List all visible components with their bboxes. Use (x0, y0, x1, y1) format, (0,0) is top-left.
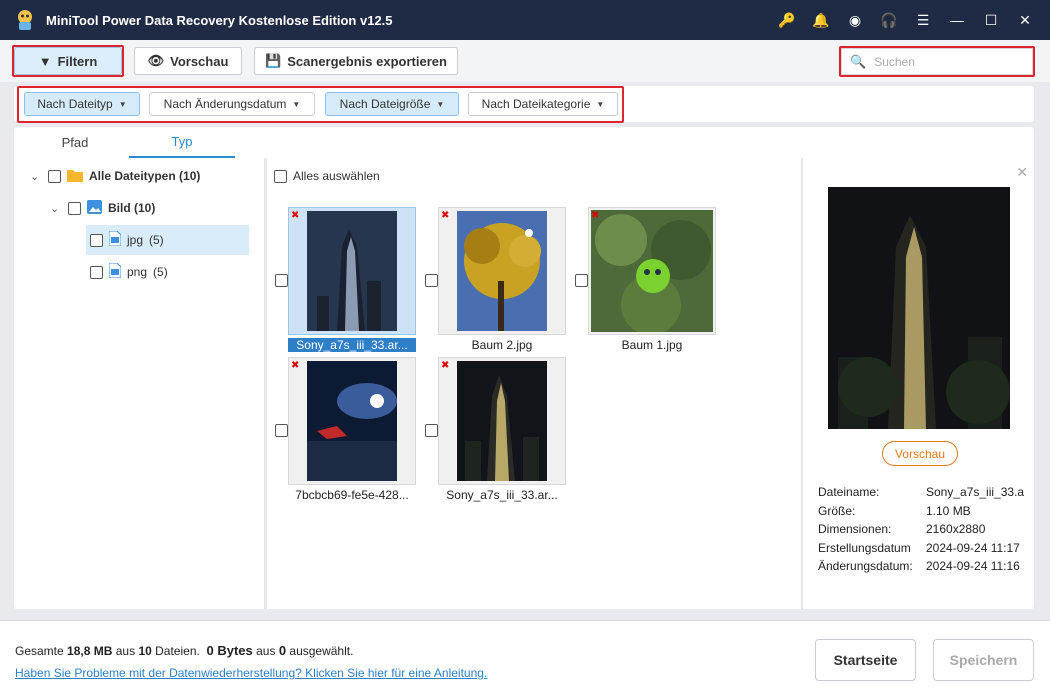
meta-row: Dimensionen: 2160x2880 (818, 522, 986, 536)
file-name: Baum 2.jpg (471, 338, 533, 352)
folder-icon (67, 168, 83, 185)
checkbox[interactable] (68, 201, 81, 215)
filter-bar: Nach Dateityp ▼ Nach Änderungsdatum ▼ Nach… (14, 86, 1034, 122)
meta-row: Dateiname: Sony_a7s_iii_33.a (818, 485, 1025, 499)
close-icon[interactable]: ✕ (1016, 164, 1028, 181)
search-box[interactable]: 🔍 (841, 48, 1033, 75)
file-tile[interactable]: ✖ Baum 1.jpg (588, 207, 716, 352)
search-icon: 🔍 (850, 53, 867, 69)
preview-panel: ✕ Vorschau Dateiname: Sony_a7s_iii_33.a G… (801, 158, 1034, 609)
menu-icon[interactable]: ☰ (906, 0, 940, 40)
divider (264, 158, 267, 609)
filter-by-filesize[interactable]: Nach Dateigröße ▼ (325, 92, 459, 116)
airplane-window-image (307, 361, 397, 481)
file-tile[interactable]: ✖ 7bcbcb69-fe5e-428... (288, 357, 416, 502)
checkbox[interactable] (48, 169, 61, 183)
thumbnail[interactable]: ✖ (288, 357, 416, 485)
view-tabs: Pfad Typ (14, 127, 264, 158)
app-logo-icon (12, 7, 38, 33)
selection-summary: Gesamte 18,8 MB aus 10 Dateien. 0 Bytes … (15, 643, 354, 658)
thumbnail[interactable]: ✖ (438, 357, 566, 485)
meta-row: Größe: 1.10 MB (818, 503, 971, 518)
deleted-mark-icon: ✖ (591, 210, 600, 221)
meta-row: Erstellungsdatum 2024-09-24 11:17 (818, 540, 1020, 555)
select-all[interactable]: Alles auswählen (274, 161, 380, 191)
checkbox[interactable] (275, 424, 288, 437)
deleted-mark-icon: ✖ (441, 210, 450, 221)
checkbox[interactable] (90, 233, 103, 247)
title-bar: MiniTool Power Data Recovery Kostenlose … (0, 0, 1050, 40)
tree-item-all-types[interactable]: ⌄ Alle Dateitypen (10) (30, 161, 200, 191)
file-name: Sony_a7s_iii_33.ar... (288, 338, 416, 352)
app-title: MiniTool Power Data Recovery Kostenlose … (46, 12, 393, 28)
home-button[interactable]: Startseite (815, 639, 916, 681)
tab-type[interactable]: Typ (129, 127, 235, 158)
thumbnail[interactable]: ✖ (438, 207, 566, 335)
minimize-icon[interactable]: — (940, 0, 974, 40)
maximize-icon[interactable]: ☐ (974, 0, 1008, 40)
chevron-down-icon[interactable]: ⌄ (50, 202, 62, 215)
footer: Gesamte 18,8 MB aus 10 Dateien. 0 Bytes … (0, 620, 1050, 700)
search-input[interactable] (874, 54, 1025, 69)
bell-icon[interactable]: 🔔 (804, 0, 838, 40)
tree-item-jpg[interactable]: jpg (5) (86, 225, 249, 255)
file-icon (108, 262, 122, 281)
file-name: 7bcbcb69-fe5e-428... (295, 488, 409, 502)
tree-item-png[interactable]: png (5) (90, 257, 168, 287)
file-metadata: Dateiname: Sony_a7s_iii_33.a Größe: 1.10 M… (818, 485, 1033, 578)
tower-night-image (307, 211, 397, 331)
thumbnail[interactable]: ✖ (288, 207, 416, 335)
file-type-tree: ⌄ Alle Dateitypen (10) ⌄ Bild (10) jpg (5… (14, 159, 264, 609)
file-tile[interactable]: ✖ Sony_a7s_iii_33.ar... (438, 357, 566, 502)
checkbox[interactable] (425, 274, 438, 287)
key-icon[interactable]: 🔑 (770, 0, 804, 40)
deleted-mark-icon: ✖ (441, 360, 450, 371)
filter-button[interactable]: ▼ Filtern (14, 47, 122, 75)
tree-item-image[interactable]: ⌄ Bild (10) (50, 193, 155, 223)
chevron-down-icon: ▼ (118, 99, 127, 109)
export-icon: 💾 (265, 53, 282, 68)
chevron-down-icon[interactable]: ⌄ (30, 170, 42, 183)
checkbox[interactable] (90, 265, 103, 279)
filter-icon: ▼ (38, 53, 52, 69)
disc-icon[interactable]: ◉ (838, 0, 872, 40)
deleted-mark-icon: ✖ (291, 360, 300, 371)
filter-by-category[interactable]: Nach Dateikategorie ▼ (468, 92, 618, 116)
chevron-down-icon: ▼ (292, 99, 301, 109)
thumbnail[interactable]: ✖ (588, 207, 716, 335)
file-name: Baum 1.jpg (621, 338, 683, 352)
save-button[interactable]: Speichern (933, 639, 1034, 681)
green-tree-image (591, 210, 713, 332)
tab-path[interactable]: Pfad (14, 127, 136, 158)
checkbox[interactable] (275, 274, 288, 287)
preview-image (828, 187, 1010, 429)
file-icon (108, 230, 122, 249)
chevron-down-icon: ▼ (436, 99, 445, 109)
deleted-mark-icon: ✖ (291, 210, 300, 221)
preview-file-button[interactable]: Vorschau (882, 441, 958, 466)
image-icon (87, 199, 102, 217)
preview-button[interactable]: 👁 Vorschau (134, 47, 242, 75)
tower-night-image (457, 361, 547, 481)
file-grid: Alles auswählen ✖ Sony_a7s_iii_33.ar... … (270, 158, 800, 609)
checkbox[interactable] (274, 169, 287, 183)
close-icon[interactable]: ✕ (1008, 0, 1042, 40)
export-scan-result-button[interactable]: 💾 Scanergebnis exportieren (254, 47, 458, 75)
checkbox[interactable] (575, 274, 588, 287)
file-tile[interactable]: ✖ Baum 2.jpg (438, 207, 566, 352)
yellow-tree-image (457, 211, 547, 331)
filter-by-filetype[interactable]: Nach Dateityp ▼ (24, 92, 140, 116)
headset-icon[interactable]: 🎧 (872, 0, 906, 40)
checkbox[interactable] (425, 424, 438, 437)
meta-row: Änderungsdatum: 2024-09-24 11:16 (818, 559, 1020, 573)
file-tile[interactable]: ✖ Sony_a7s_iii_33.ar... (288, 207, 416, 352)
file-name: Sony_a7s_iii_33.ar... (446, 488, 558, 502)
chevron-down-icon: ▼ (596, 99, 605, 109)
eye-icon: 👁 (147, 53, 165, 68)
filter-by-modified-date[interactable]: Nach Änderungsdatum ▼ (149, 92, 315, 116)
main-panel: Pfad Typ ⌄ Alle Dateitypen (10) ⌄ Bild (… (14, 127, 1034, 609)
help-link[interactable]: Haben Sie Probleme mit der Datenwiederhe… (15, 666, 487, 680)
